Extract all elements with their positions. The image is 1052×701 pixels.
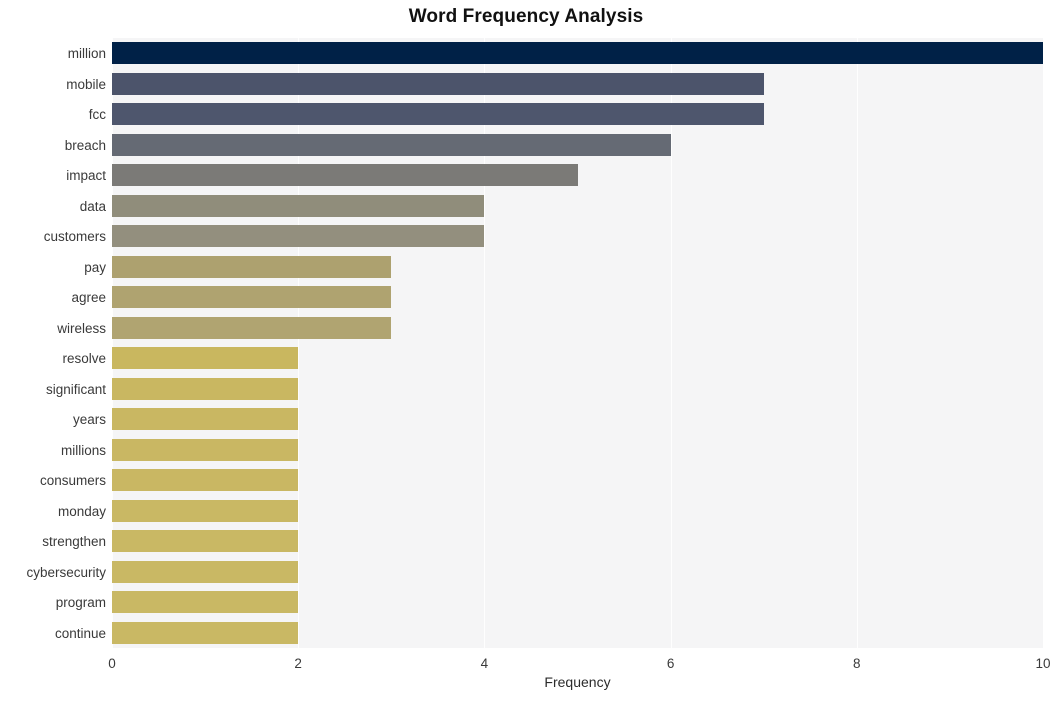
bar-row xyxy=(112,313,1043,344)
gridline-x-10 xyxy=(1043,38,1044,648)
bar-row xyxy=(112,374,1043,405)
bar-row xyxy=(112,282,1043,313)
bar-series xyxy=(112,38,1043,648)
bar-row xyxy=(112,343,1043,374)
bar-wireless[interactable] xyxy=(112,316,392,339)
y-tick-label-consumers: consumers xyxy=(39,473,106,489)
y-tick-label-mobile: mobile xyxy=(66,76,106,92)
y-tick-label-breach: breach xyxy=(64,137,106,153)
bar-row xyxy=(112,130,1043,161)
y-tick-label-millions: millions xyxy=(60,442,106,458)
bar-fcc[interactable] xyxy=(112,103,764,126)
y-tick-label-customers: customers xyxy=(43,229,106,245)
chart-title: Word Frequency Analysis xyxy=(408,6,644,27)
y-tick-label-wireless: wireless xyxy=(57,320,106,336)
y-tick-label-pay: pay xyxy=(84,259,106,275)
x-tick-label-4: 4 xyxy=(480,656,489,671)
x-tick-label-2: 2 xyxy=(294,656,302,671)
y-axis: million mobile fcc breach impact data customer… xyxy=(0,38,106,648)
bar-million[interactable] xyxy=(112,42,1043,65)
bar-row xyxy=(112,618,1043,649)
bar-agree[interactable] xyxy=(112,286,392,309)
bar-program[interactable] xyxy=(112,591,299,614)
y-tick-label-years: years xyxy=(72,412,106,428)
y-tick-label-program: program xyxy=(55,595,106,611)
bar-row xyxy=(112,99,1043,130)
y-tick-label-strengthen: strengthen xyxy=(42,534,106,550)
bar-row xyxy=(112,160,1043,191)
y-tick-label-million: million xyxy=(67,46,106,62)
bar-row xyxy=(112,587,1043,618)
y-tick-label-continue: continue xyxy=(54,625,106,641)
bar-data[interactable] xyxy=(112,194,485,217)
y-tick-label-impact: impact xyxy=(66,168,106,184)
y-tick-label-resolve: resolve xyxy=(62,351,106,367)
bar-breach[interactable] xyxy=(112,133,671,156)
bar-row xyxy=(112,526,1043,557)
y-tick-label-fcc: fcc xyxy=(88,107,106,123)
bar-cybersecurity[interactable] xyxy=(112,560,299,583)
x-axis-label: Frequency xyxy=(544,674,611,690)
bar-row xyxy=(112,557,1043,588)
y-tick-label-significant: significant xyxy=(45,381,106,397)
bar-continue[interactable] xyxy=(112,621,299,644)
x-tick-label-0: 0 xyxy=(108,656,116,671)
bar-customers[interactable] xyxy=(112,225,485,248)
y-tick-label-cybersecurity: cybersecurity xyxy=(26,564,106,580)
bar-row xyxy=(112,465,1043,496)
bar-row xyxy=(112,404,1043,435)
bar-pay[interactable] xyxy=(112,255,392,278)
bar-resolve[interactable] xyxy=(112,347,299,370)
bar-monday[interactable] xyxy=(112,499,299,522)
x-tick-label-6: 6 xyxy=(666,656,675,671)
bar-millions[interactable] xyxy=(112,438,299,461)
bar-row xyxy=(112,435,1043,466)
plot-area xyxy=(112,38,1044,648)
y-tick-label-agree: agree xyxy=(71,290,106,306)
bar-row xyxy=(112,38,1043,69)
x-tick-label-8: 8 xyxy=(853,656,861,671)
bar-row xyxy=(112,496,1043,527)
bar-years[interactable] xyxy=(112,408,299,431)
bar-consumers[interactable] xyxy=(112,469,299,492)
x-tick-label-10: 10 xyxy=(1035,656,1051,671)
y-tick-label-monday: monday xyxy=(57,503,106,519)
bar-mobile[interactable] xyxy=(112,72,764,95)
bar-row xyxy=(112,221,1043,252)
bar-significant[interactable] xyxy=(112,377,299,400)
chart-figure: Word Frequency Analysis million mobile fcc… xyxy=(0,0,1052,701)
y-tick-label-data: data xyxy=(79,198,106,214)
bar-row xyxy=(112,252,1043,283)
bar-strengthen[interactable] xyxy=(112,530,299,553)
bar-impact[interactable] xyxy=(112,164,578,187)
bar-row xyxy=(112,191,1043,222)
bar-row xyxy=(112,69,1043,100)
